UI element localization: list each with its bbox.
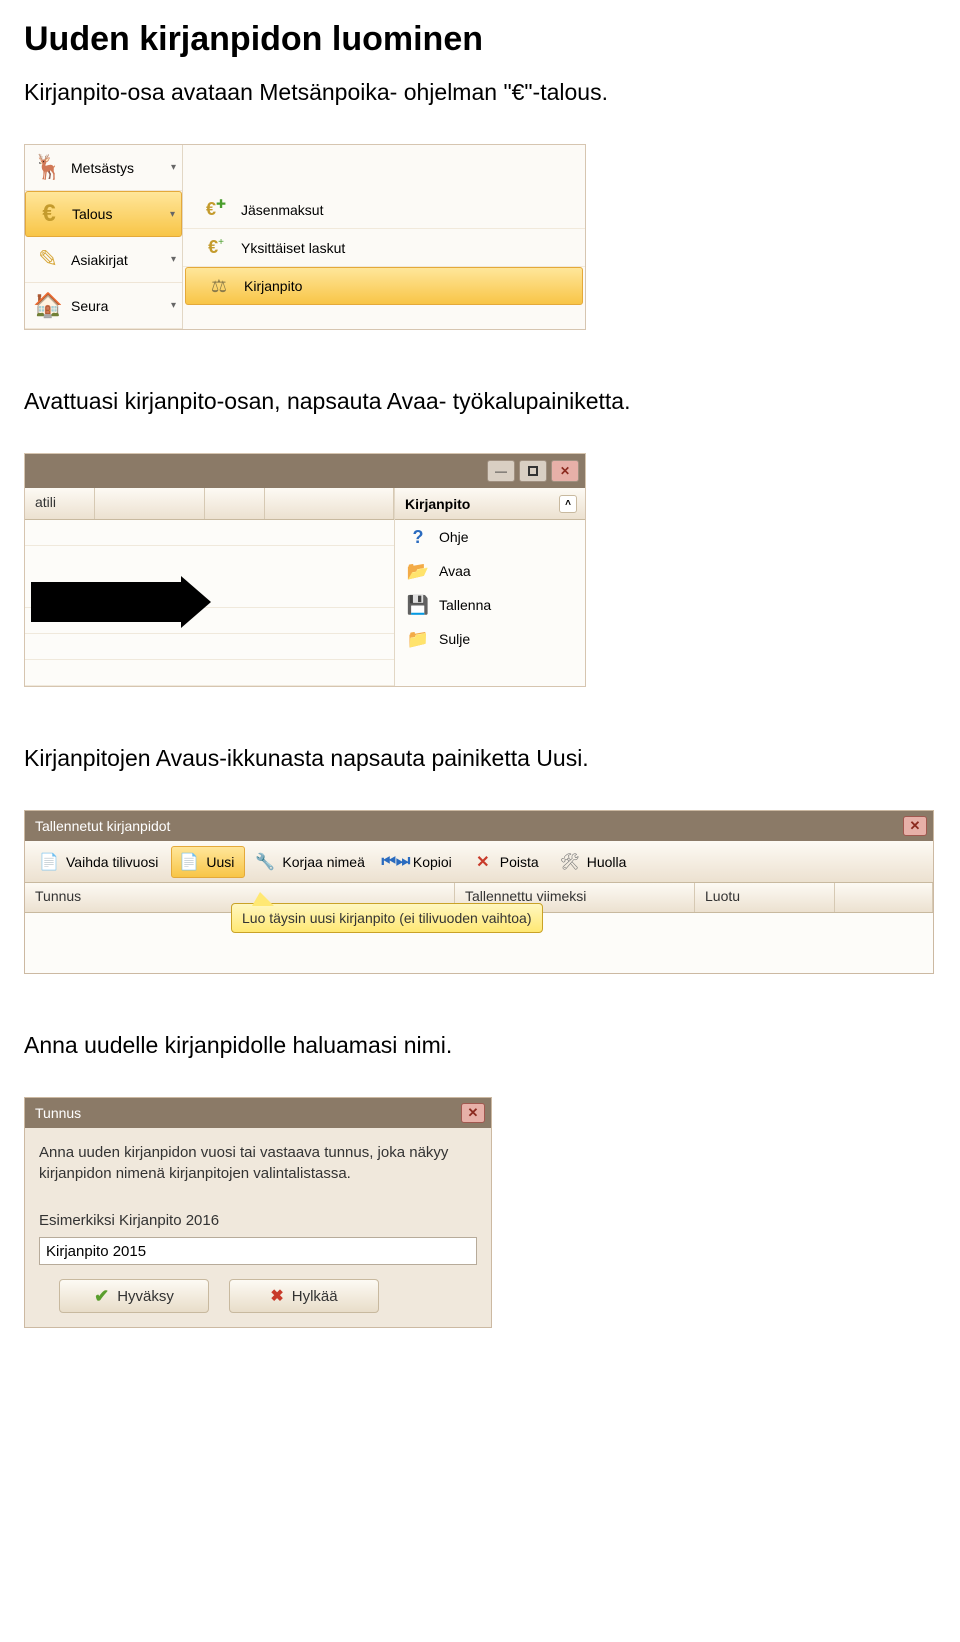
collapse-icon[interactable]: ˄ [559,495,577,513]
submenu-label: Yksittäiset laskut [241,240,345,256]
cross-icon: ✖ [270,1286,283,1306]
reject-button[interactable]: ✖ Hylkää [229,1279,379,1313]
euro-plus-icon: €✚ [199,197,233,223]
screenshot-tunnus-dialog: Tunnus ✕ Anna uuden kirjanpidon vuosi ta… [24,1097,492,1328]
panel-item-label: Sulje [439,631,470,647]
nav-item-metsastys[interactable]: 🦌 Metsästys ▾ [25,145,182,191]
panel-item-ohje[interactable]: ? Ohje [395,520,585,554]
toolbar-btn-poista[interactable]: ✕ Poista [465,846,550,878]
intro-paragraph-2: Avattuasi kirjanpito-osan, napsauta Avaa… [24,386,936,417]
toolbar-btn-label: Huolla [587,854,627,870]
nav-item-talous[interactable]: € Talous ▾ [25,191,182,237]
accept-button[interactable]: ✔ Hyväksy [59,1279,209,1313]
wrench-icon: 🔧 [254,851,276,873]
submenu-label: Kirjanpito [244,278,302,294]
toolbar-btn-label: Poista [500,854,539,870]
screenshot-tallennetut-kirjanpidot: Tallennetut kirjanpidot ✕ 📄 Vaihda tiliv… [24,810,934,974]
maximize-button[interactable] [519,460,547,482]
panel-item-label: Tallenna [439,597,491,613]
scales-icon: ⚖ [202,273,236,299]
intro-paragraph-1: Kirjanpito-osa avataan Metsänpoika- ohje… [24,77,936,108]
window-titlebar: — ✕ [25,454,585,488]
chevron-down-icon: ▾ [171,162,176,173]
chevron-down-icon: ▾ [170,209,175,220]
submenu-label: Jäsenmaksut [241,202,323,218]
tooltip-uusi: Luo täysin uusi kirjanpito (ei tilivuode… [231,903,543,933]
panel-item-sulje[interactable]: 📁 Sulje [395,622,585,656]
dialog-description: Anna uuden kirjanpidon vuosi tai vastaav… [39,1142,477,1184]
toolbar-btn-vaihda-tilivuosi[interactable]: 📄 Vaihda tilivuosi [31,846,169,878]
table-header-row: atili [25,488,394,520]
screenshot-kirjanpito-panel: — ✕ atili Kirjanpito ˄ [24,453,586,687]
screenshot-talous-menu: 🦌 Metsästys ▾ € Talous ▾ ✎ Asiakirjat ▾ … [24,144,586,330]
nav-item-label: Seura [71,298,171,314]
dialog-titlebar: Tallennetut kirjanpidot ✕ [25,811,933,841]
column-header: atili [25,488,95,519]
nav-item-asiakirjat[interactable]: ✎ Asiakirjat ▾ [25,237,182,283]
help-icon: ? [405,524,431,550]
toolbar-btn-label: Korjaa nimeä [282,854,365,870]
side-panel-title: Kirjanpito [405,496,470,512]
reject-button-label: Hylkää [292,1288,338,1305]
toolbar-btn-label: Uusi [206,854,234,870]
panel-item-tallenna[interactable]: 💾 Tallenna [395,588,585,622]
nav-item-label: Asiakirjat [71,252,171,268]
toolbar-btn-korjaa-nimea[interactable]: 🔧 Korjaa nimeä [247,846,376,878]
nav-item-label: Talous [72,206,170,222]
close-button[interactable]: ✕ [903,816,927,836]
nav-item-label: Metsästys [71,160,171,176]
dialog-toolbar: 📄 Vaihda tilivuosi 📄 Uusi 🔧 Korjaa nimeä… [25,841,933,883]
toolbar-btn-kopioi[interactable]: ⏮⏭ Kopioi [378,846,463,878]
close-button[interactable]: ✕ [551,460,579,482]
nav-item-seura[interactable]: 🏠 Seura ▾ [25,283,182,329]
tunnus-input[interactable] [39,1237,477,1265]
euro-icon: € [32,197,66,231]
copy-icon: ⏮⏭ [385,851,407,873]
toolbar-btn-label: Vaihda tilivuosi [66,854,158,870]
tools-icon: 🛠 [559,851,581,873]
home-icon: 🏠 [31,289,65,323]
dialog-titlebar: Tunnus ✕ [25,1098,491,1128]
save-icon: 💾 [405,592,431,618]
delete-icon: ✕ [472,851,494,873]
submenu-item-yksittaiset[interactable]: €+ Yksittäiset laskut [183,229,585,267]
check-icon: ✔ [94,1286,109,1307]
toolbar-btn-huolla[interactable]: 🛠 Huolla [552,846,638,878]
moose-icon: 🦌 [31,151,65,185]
document-swap-icon: 📄 [38,851,60,873]
euro-plus-icon: €+ [199,235,233,261]
dialog-example-text: Esimerkiksi Kirjanpito 2016 [39,1212,477,1229]
open-folder-icon: 📂 [405,558,431,584]
close-folder-icon: 📁 [405,626,431,652]
pointer-arrow-icon [31,582,185,622]
panel-item-label: Avaa [439,563,471,579]
page-heading: Uuden kirjanpidon luominen [24,20,936,59]
panel-item-avaa[interactable]: 📂 Avaa [395,554,585,588]
intro-paragraph-3: Kirjanpitojen Avaus-ikkunasta napsauta p… [24,743,936,774]
new-document-icon: 📄 [178,851,200,873]
chevron-down-icon: ▾ [171,254,176,265]
dialog-title: Tallennetut kirjanpidot [35,818,170,834]
submenu-item-kirjanpito[interactable]: ⚖ Kirjanpito [185,267,583,305]
minimize-button[interactable]: — [487,460,515,482]
close-button[interactable]: ✕ [461,1103,485,1123]
submenu-item-jasenmaksut[interactable]: €✚ Jäsenmaksut [183,191,585,229]
toolbar-btn-uusi[interactable]: 📄 Uusi [171,846,245,878]
toolbar-btn-label: Kopioi [413,854,452,870]
accept-button-label: Hyväksy [117,1288,174,1305]
chevron-down-icon: ▾ [171,300,176,311]
dialog-title: Tunnus [35,1105,81,1121]
panel-item-label: Ohje [439,529,469,545]
intro-paragraph-4: Anna uudelle kirjanpidolle haluamasi nim… [24,1030,936,1061]
column-header-luotu[interactable]: Luotu [695,883,835,912]
pencil-icon: ✎ [31,243,65,277]
side-panel-header[interactable]: Kirjanpito ˄ [395,488,585,520]
